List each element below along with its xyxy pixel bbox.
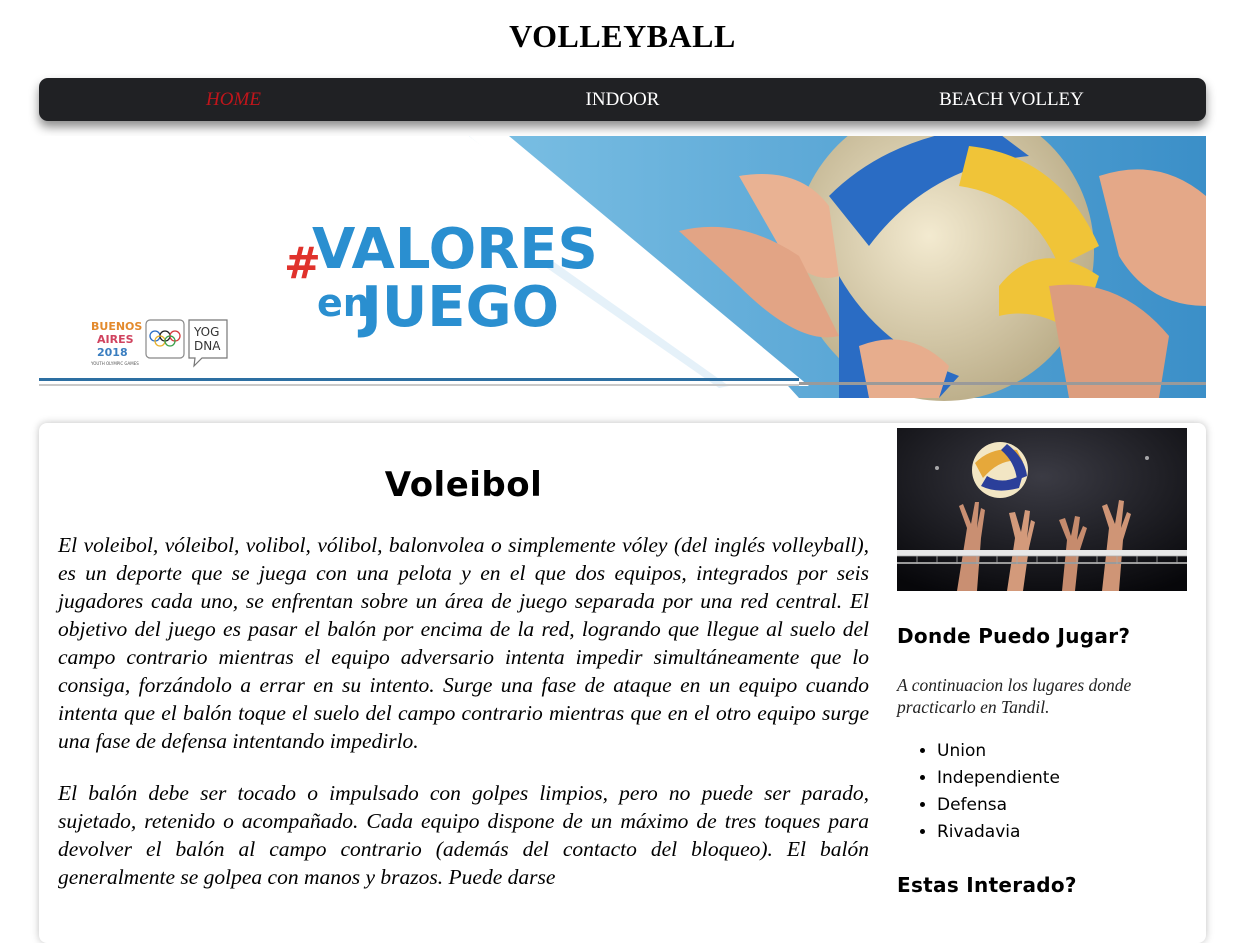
yog-small-label: YOUTH OLYMPIC GAMES bbox=[90, 361, 139, 366]
banner-word-valores: VALORES bbox=[312, 217, 598, 282]
volleyball-net-image bbox=[897, 428, 1187, 591]
article-paragraph-2: El balón debe ser tocado o impulsado con… bbox=[58, 781, 869, 889]
interested-heading: Estas Interado? bbox=[897, 873, 1077, 897]
places-list: Union Independiente Defensa Rivadavia bbox=[897, 738, 1187, 846]
buenos-aires-logo-line1: BUENOS bbox=[91, 320, 142, 333]
hero-banner: # VALORES en JUEGO BUENOS AIRES 2018 YOU… bbox=[39, 136, 1206, 403]
site-title: VOLLEYBALL bbox=[509, 18, 736, 54]
content-card: Voleibol El voleibol, vóleibol, volibol,… bbox=[39, 423, 1206, 943]
article-title: Voleibol bbox=[384, 465, 543, 505]
banner-image: # VALORES en JUEGO BUENOS AIRES 2018 YOU… bbox=[39, 136, 1206, 401]
article-paragraph-1: El voleibol, vóleibol, volibol, vólibol,… bbox=[58, 533, 869, 753]
list-item: Defensa bbox=[937, 792, 1187, 819]
nav-beach-volley[interactable]: BEACH VOLLEY bbox=[817, 89, 1206, 111]
nav-indoor[interactable]: INDOOR bbox=[428, 89, 817, 111]
list-item: Independiente bbox=[937, 765, 1187, 792]
badge-line1: YOG bbox=[193, 325, 219, 339]
badge-line2: DNA bbox=[194, 339, 221, 353]
sidebar: Donde Puedo Jugar? A continuacion los lu… bbox=[897, 428, 1187, 897]
nav-home[interactable]: HOME bbox=[39, 89, 428, 111]
where-to-play-heading: Donde Puedo Jugar? bbox=[897, 624, 1131, 648]
buenos-aires-logo-line3: 2018 bbox=[97, 346, 128, 359]
main-navbar: HOME INDOOR BEACH VOLLEY bbox=[39, 78, 1206, 121]
where-to-play-intro: A continuacion los lugares donde practic… bbox=[897, 675, 1132, 717]
list-item: Rivadavia bbox=[937, 819, 1187, 846]
main-article: Voleibol El voleibol, vóleibol, volibol,… bbox=[58, 423, 869, 915]
buenos-aires-logo-line2: AIRES bbox=[97, 333, 134, 346]
list-item: Union bbox=[937, 738, 1187, 765]
banner-word-juego: JUEGO bbox=[357, 275, 559, 340]
